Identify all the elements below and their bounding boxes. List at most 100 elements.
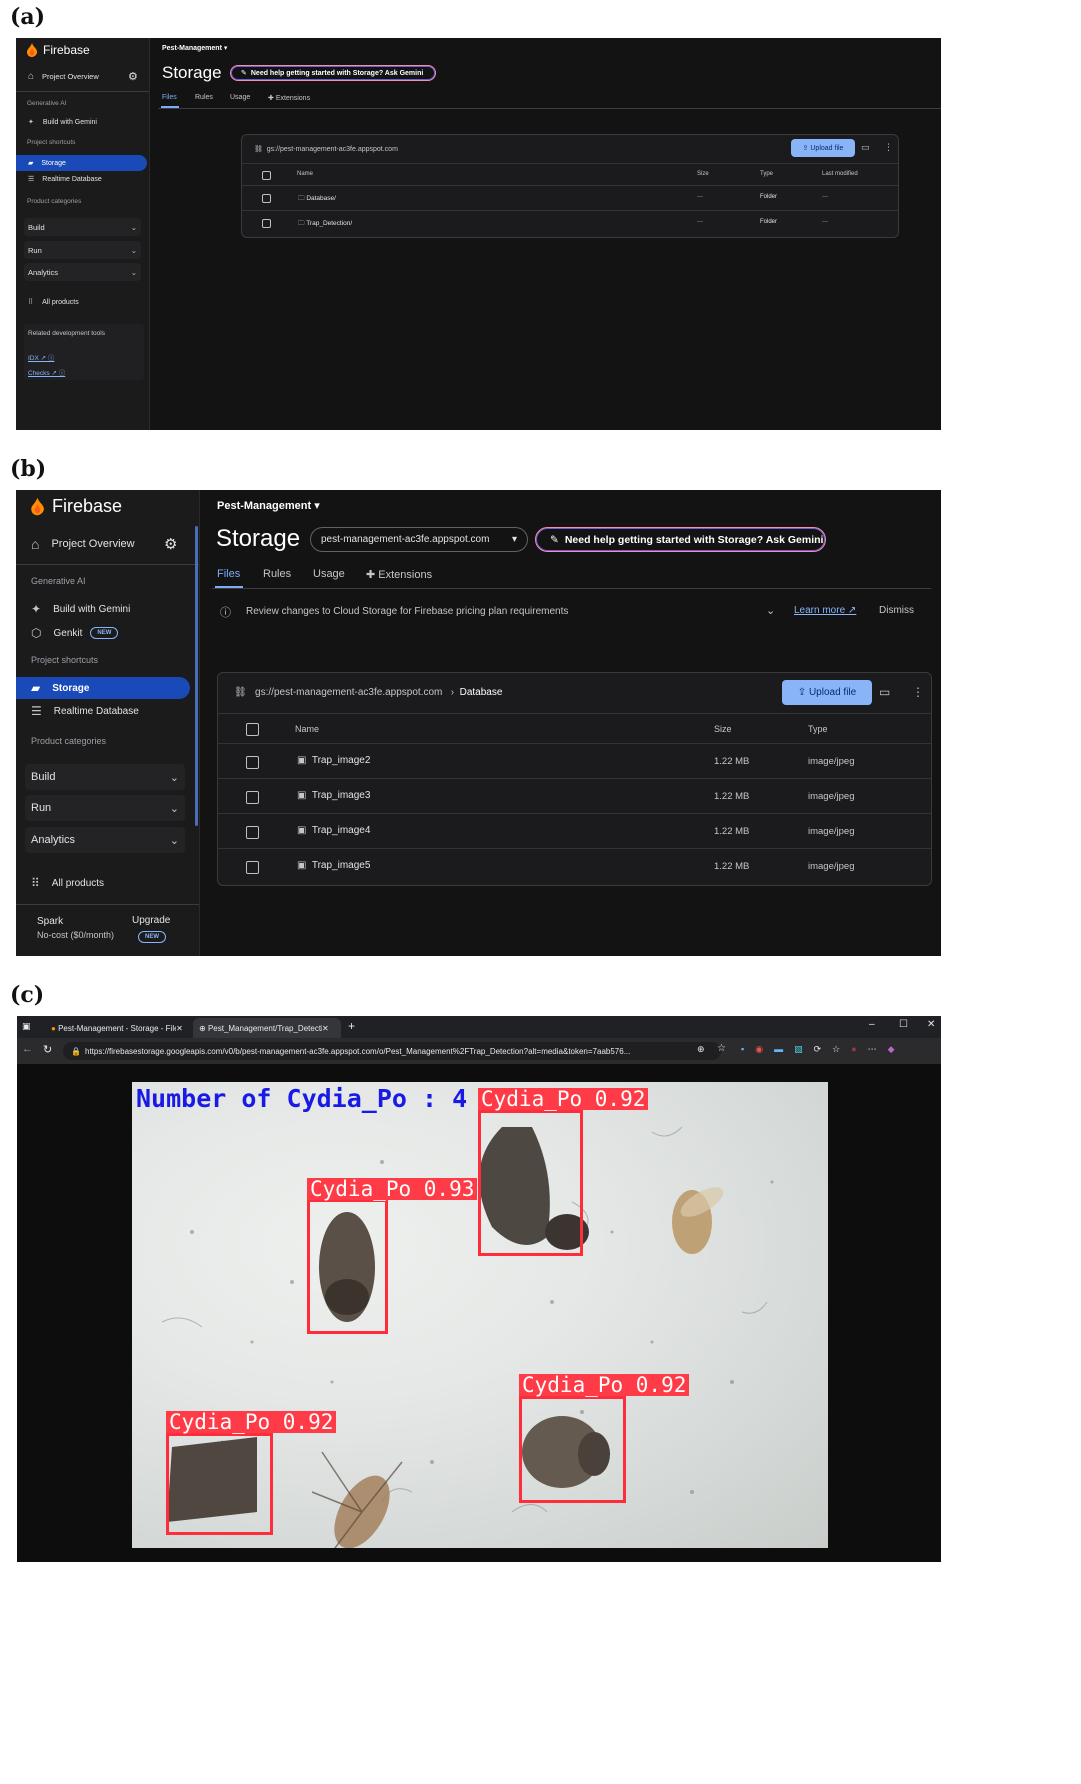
row-name[interactable]: ▣ Trap_image4	[297, 825, 370, 836]
tab-files[interactable]: Files	[162, 94, 177, 101]
panel-label-b: (b)	[10, 456, 47, 482]
copilot-icon[interactable]: ◆	[888, 1044, 895, 1055]
row-checkbox[interactable]	[262, 194, 271, 203]
row-name[interactable]: 🗀 Database/	[298, 194, 336, 205]
more-vert-icon[interactable]: ⋮	[912, 685, 924, 699]
col-name[interactable]: Name	[295, 724, 319, 734]
project-overview[interactable]: ⌂ Project Overview	[31, 536, 135, 552]
firebase-logo[interactable]: Firebase	[26, 43, 90, 57]
col-type[interactable]: Type	[760, 171, 773, 177]
browser-tab-image[interactable]: ⊕ Pest_Management/Trap_Detection ✕	[193, 1018, 341, 1038]
category-build[interactable]: Build ⌄	[24, 218, 141, 236]
dismiss-button[interactable]: Dismiss	[879, 605, 914, 616]
project-selector[interactable]: Pest-Management ▾	[217, 499, 320, 512]
sidebar-item-realtime-database[interactable]: ☰ Realtime Database	[28, 175, 102, 184]
detection-box	[478, 1110, 583, 1256]
learn-more-link[interactable]: Learn more ↗	[794, 605, 856, 616]
sidebar-item-storage[interactable]: ▰ Storage	[16, 677, 190, 699]
firebase-logo[interactable]: Firebase	[30, 496, 122, 517]
row-name[interactable]: ▣ Trap_image2	[297, 755, 370, 766]
tab-rules[interactable]: Rules	[195, 94, 213, 101]
row-name[interactable]: ▣ Trap_image5	[297, 860, 370, 871]
detection-box	[519, 1396, 626, 1503]
sidebar-item-build-with-gemini[interactable]: ✦ Build with Gemini	[31, 602, 130, 616]
extension-icon[interactable]: ▪	[741, 1044, 744, 1055]
url-field[interactable]: 🔒 https://firebasestorage.googleapis.com…	[63, 1042, 721, 1060]
sidebar-item-genkit[interactable]: ⬡ Genkit NEW	[31, 626, 119, 640]
tab-files[interactable]: Files	[217, 568, 240, 580]
more-horiz-icon[interactable]: ⋯	[868, 1044, 877, 1055]
category-run[interactable]: Run ⌄	[25, 795, 185, 821]
col-last-modified[interactable]: Last modified	[822, 171, 858, 177]
favorite-star-icon[interactable]: ☆	[717, 1043, 726, 1054]
all-products[interactable]: ⠿ All products	[28, 298, 79, 307]
close-window-icon[interactable]: ✕	[927, 1019, 935, 1030]
category-build[interactable]: Build ⌄	[25, 764, 185, 790]
tab-usage[interactable]: Usage	[313, 568, 345, 580]
breadcrumb-bucket[interactable]: gs://pest-management-ac3fe.appspot.com	[255, 687, 442, 698]
row-checkbox[interactable]	[246, 756, 259, 769]
minimize-icon[interactable]: –	[869, 1019, 875, 1030]
chevron-down-icon[interactable]: ⌄	[766, 604, 775, 617]
col-size[interactable]: Size	[697, 171, 709, 177]
project-selector[interactable]: Pest-Management ▾	[162, 44, 227, 52]
bucket-select[interactable]: pest-management-ac3fe.appspot.com ▾	[310, 527, 528, 552]
section-generative-ai: Generative AI	[27, 100, 67, 107]
sidebar-divider	[16, 91, 149, 92]
tab-extensions[interactable]: ✚ Extensions	[366, 568, 432, 581]
tab-rules[interactable]: Rules	[263, 568, 291, 580]
ask-gemini-button[interactable]: ✎ Need help getting started with Storage?…	[535, 527, 826, 552]
col-type[interactable]: Type	[808, 724, 828, 734]
extension-icon[interactable]: ▧	[794, 1044, 803, 1055]
extension-icon[interactable]: ⟳	[814, 1044, 822, 1055]
tab-extensions[interactable]: ✚ Extensions	[268, 94, 310, 102]
row-checkbox[interactable]	[246, 826, 259, 839]
category-analytics[interactable]: Analytics ⌄	[24, 263, 141, 281]
col-name[interactable]: Name	[297, 171, 313, 177]
select-all-checkbox[interactable]	[246, 723, 259, 736]
category-analytics[interactable]: Analytics ⌄	[25, 827, 185, 853]
pricing-banner-text: Review changes to Cloud Storage for Fire…	[246, 606, 569, 617]
row-type: image/jpeg	[808, 756, 855, 767]
upload-file-button[interactable]: ⇪ Upload file	[782, 680, 872, 705]
browser-tab-storage[interactable]: ● Pest-Management - Storage - File ✕	[43, 1018, 201, 1038]
settings-gear-icon[interactable]: ⚙	[164, 535, 177, 553]
upgrade-button[interactable]: Upgrade	[132, 915, 170, 926]
avatar[interactable]: ●	[851, 1044, 856, 1055]
new-folder-icon[interactable]: ▭	[879, 685, 890, 699]
zoom-icon[interactable]: ⊕	[697, 1044, 705, 1055]
refresh-icon[interactable]: ↻	[43, 1043, 52, 1056]
close-icon[interactable]: ✕	[176, 1024, 183, 1033]
sidebar-item-storage[interactable]: ▰ Storage	[16, 155, 147, 171]
sidebar-item-realtime-database[interactable]: ☰ Realtime Database	[31, 704, 139, 718]
row-name[interactable]: ▣ Trap_image3	[297, 790, 370, 801]
back-icon[interactable]: ←	[22, 1043, 33, 1055]
project-overview[interactable]: ⌂ Project Overview	[28, 71, 99, 82]
tab-usage[interactable]: Usage	[230, 94, 250, 101]
ask-gemini-button[interactable]: ✎ Need help getting started with Storage?…	[230, 65, 436, 81]
checks-link[interactable]: Checks ↗ ⓘ	[28, 367, 65, 377]
upload-file-button[interactable]: ⇪ Upload file	[791, 139, 855, 157]
new-tab-icon[interactable]: +	[348, 1019, 355, 1033]
row-checkbox[interactable]	[262, 219, 271, 228]
tab-actions-icon[interactable]: ▣	[22, 1021, 31, 1032]
sidebar-scrollbar[interactable]	[195, 526, 198, 826]
all-products[interactable]: ⠿ All products	[31, 876, 104, 890]
select-all-checkbox[interactable]	[262, 171, 271, 180]
more-vert-icon[interactable]: ⋮	[884, 142, 893, 153]
favorites-icon[interactable]: ☆	[832, 1044, 840, 1055]
extension-icon[interactable]: ◉	[755, 1044, 763, 1055]
row-checkbox[interactable]	[246, 791, 259, 804]
idx-link[interactable]: IDX ↗ ⓘ	[28, 352, 54, 362]
col-size[interactable]: Size	[714, 724, 732, 734]
sidebar-item-build-with-gemini[interactable]: ✦ Build with Gemini	[28, 118, 97, 127]
settings-gear-icon[interactable]: ⚙	[128, 70, 138, 83]
learn-more-label: Learn more	[794, 605, 846, 616]
maximize-icon[interactable]: ☐	[899, 1019, 908, 1030]
row-checkbox[interactable]	[246, 861, 259, 874]
new-folder-icon[interactable]: ▭	[861, 142, 870, 153]
extension-icon[interactable]: ▬	[774, 1044, 783, 1055]
close-icon[interactable]: ✕	[322, 1024, 329, 1033]
category-run[interactable]: Run ⌄	[24, 241, 141, 259]
row-name[interactable]: 🗀 Trap_Detection/	[298, 219, 352, 230]
